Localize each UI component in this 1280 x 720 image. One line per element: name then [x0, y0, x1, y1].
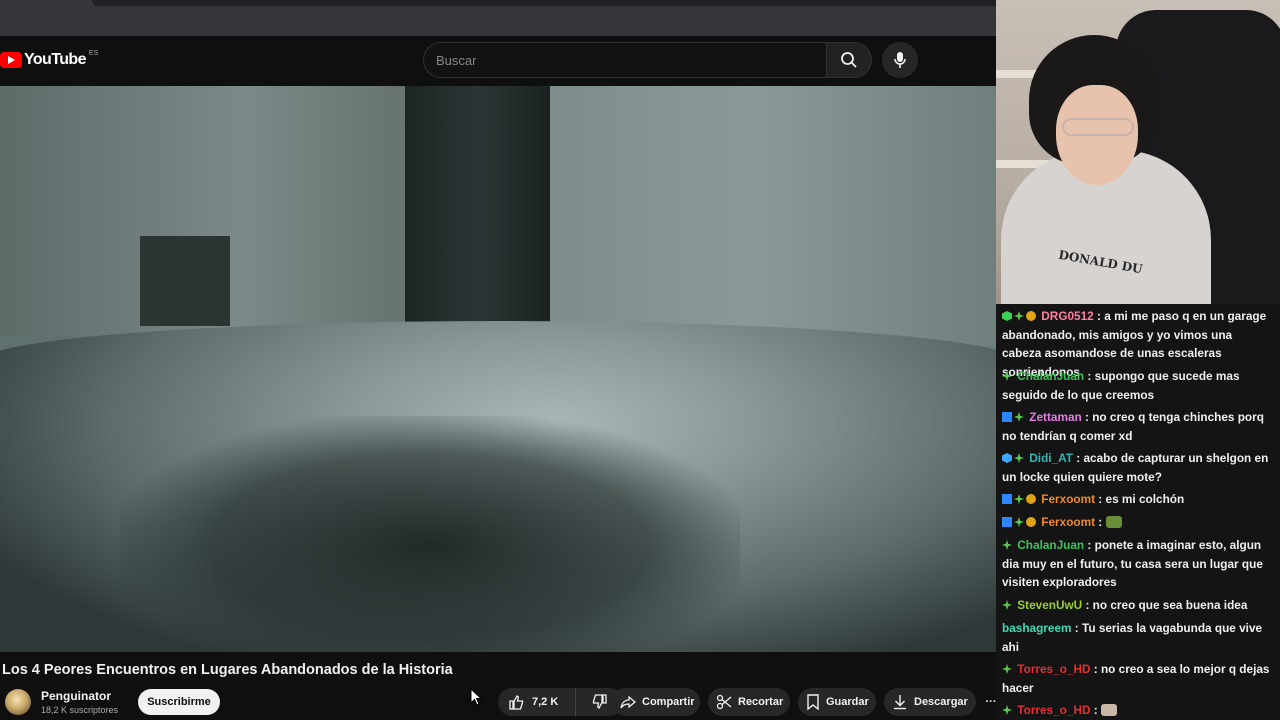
chat-separator: : [1071, 621, 1082, 635]
chat-username[interactable]: Ferxoomt [1038, 492, 1095, 506]
subscribe-button[interactable]: Suscribirme [138, 689, 220, 715]
youtube-play-icon [0, 52, 22, 68]
chat-username[interactable]: Zettaman [1026, 410, 1081, 424]
download-label: Descargar [914, 696, 968, 708]
chat-separator: : [1093, 309, 1105, 323]
webcam-glasses [1062, 118, 1134, 136]
chat-badge-prime-icon [1002, 412, 1012, 422]
chat-message-text: no creo que sea buena idea [1092, 598, 1248, 612]
chat-badge-diamond-icon [1002, 371, 1012, 381]
chat-separator: : [1082, 598, 1093, 612]
chat-badge-diamond-icon [1014, 494, 1024, 504]
chat-message: Torres_o_HD : [1002, 701, 1272, 720]
chat-message: ChalanJuan : ponete a imaginar esto, alg… [1002, 536, 1272, 592]
search-button[interactable] [826, 42, 872, 78]
chat-message: Ferxoomt : [1002, 513, 1272, 532]
video-scene-wall-right [550, 86, 996, 351]
chat-badge-coin-icon [1026, 311, 1036, 321]
chat-badge-coin-icon [1026, 517, 1036, 527]
chat-badge-green-icon [1002, 311, 1012, 321]
chat-badge-prime-icon [1002, 494, 1012, 504]
chat-username[interactable]: ChalanJuan [1014, 369, 1084, 383]
youtube-header: YouTube ES [0, 36, 996, 86]
chat-separator: : [1095, 515, 1106, 529]
chat-message: Didi_AT : acabo de capturar un shelgon e… [1002, 449, 1272, 486]
like-count: 7,2 K [532, 696, 559, 708]
save-label: Guardar [826, 696, 869, 708]
chat-username[interactable]: bashagreem [1002, 621, 1072, 635]
cat-emote-icon [1100, 704, 1117, 716]
subscriber-count: 18,2 K suscriptores [41, 705, 119, 715]
chat-message: StevenUwU : no creo que sea buena idea [1002, 596, 1272, 615]
pepe-emote-icon [1105, 516, 1122, 528]
like-button[interactable]: 7,2 K [498, 688, 576, 716]
share-button[interactable]: Compartir [612, 688, 700, 716]
chat-separator: : [1081, 410, 1093, 424]
chat-separator: : [1084, 538, 1095, 552]
chat-separator: : [1090, 703, 1101, 717]
microphone-icon [894, 52, 906, 68]
chat-message: ChalanJuan : supongo que sucede mas segu… [1002, 367, 1272, 404]
youtube-logo-text: YouTube [24, 51, 86, 68]
streamer-webcam: DONALD DU [996, 0, 1280, 304]
chat-message-text: es mi colchón [1105, 492, 1185, 506]
chat-badge-diamond-icon [1014, 412, 1024, 422]
chat-badge-prime-icon [1002, 517, 1012, 527]
share-label: Compartir [642, 696, 695, 708]
chat-badge-blue-icon [1002, 453, 1012, 463]
chat-badge-diamond-icon [1014, 311, 1024, 321]
chat-message: bashagreem : Tu serias la vagabunda que … [1002, 619, 1272, 656]
chat-username[interactable]: Ferxoomt [1038, 515, 1095, 529]
like-dislike-group: 7,2 K [498, 688, 624, 716]
video-scene-shadow [120, 416, 740, 652]
chat-message: Ferxoomt : es mi colchón [1002, 490, 1272, 509]
more-icon: ··· [985, 696, 997, 708]
chat-badge-diamond-icon [1014, 517, 1024, 527]
share-icon [620, 695, 636, 709]
chat-badge-diamond-icon [1014, 453, 1024, 463]
chat-separator: : [1095, 492, 1106, 506]
chat-badge-coin-icon [1026, 494, 1036, 504]
chat-username[interactable]: Didi_AT [1026, 451, 1073, 465]
chat-badge-diamond-icon [1002, 540, 1012, 550]
chat-separator: : [1072, 451, 1084, 465]
chat-username[interactable]: StevenUwU [1014, 598, 1082, 612]
chat-username[interactable]: ChalanJuan [1014, 538, 1084, 552]
clip-button[interactable]: Recortar [708, 688, 790, 716]
stream-chat: DRG0512 : a mi me paso q en un garage ab… [996, 304, 1280, 720]
channel-avatar[interactable] [5, 689, 31, 715]
scissors-icon [716, 694, 732, 710]
search-input[interactable] [423, 42, 827, 78]
search-icon [841, 52, 857, 68]
video-scene-dark-frame [140, 236, 230, 326]
save-button[interactable]: Guardar [798, 688, 876, 716]
chat-message: Zettaman : no creo q tenga chinches porq… [1002, 408, 1272, 445]
chat-username[interactable]: Torres_o_HD [1014, 703, 1090, 717]
chat-separator: : [1084, 369, 1095, 383]
bookmark-icon [807, 694, 819, 710]
voice-search-button[interactable] [882, 42, 918, 78]
chat-message: Torres_o_HD : no creo a sea lo mejor q d… [1002, 660, 1272, 697]
chat-badge-diamond-icon [1002, 664, 1012, 674]
chat-badge-diamond-icon [1002, 705, 1012, 715]
region-code: ES [88, 49, 99, 57]
chat-separator: : [1090, 662, 1101, 676]
chat-username[interactable]: DRG0512 [1038, 309, 1093, 323]
browser-toolbar [0, 0, 996, 36]
thumbs-up-icon [509, 695, 524, 710]
browser-tab-strip [92, 0, 996, 6]
chat-badge-diamond-icon [1002, 600, 1012, 610]
youtube-logo[interactable]: YouTube ES [0, 48, 98, 72]
video-player[interactable] [0, 86, 996, 652]
channel-name[interactable]: Penguinator [41, 689, 111, 703]
mouse-cursor-icon [470, 687, 483, 711]
thumbs-down-icon [592, 694, 607, 709]
clip-label: Recortar [738, 696, 784, 708]
video-title: Los 4 Peores Encuentros en Lugares Aband… [2, 662, 453, 678]
chat-username[interactable]: Torres_o_HD [1014, 662, 1090, 676]
download-icon [894, 695, 906, 710]
download-button[interactable]: Descargar [884, 688, 976, 716]
video-scene-doorway [405, 86, 550, 336]
